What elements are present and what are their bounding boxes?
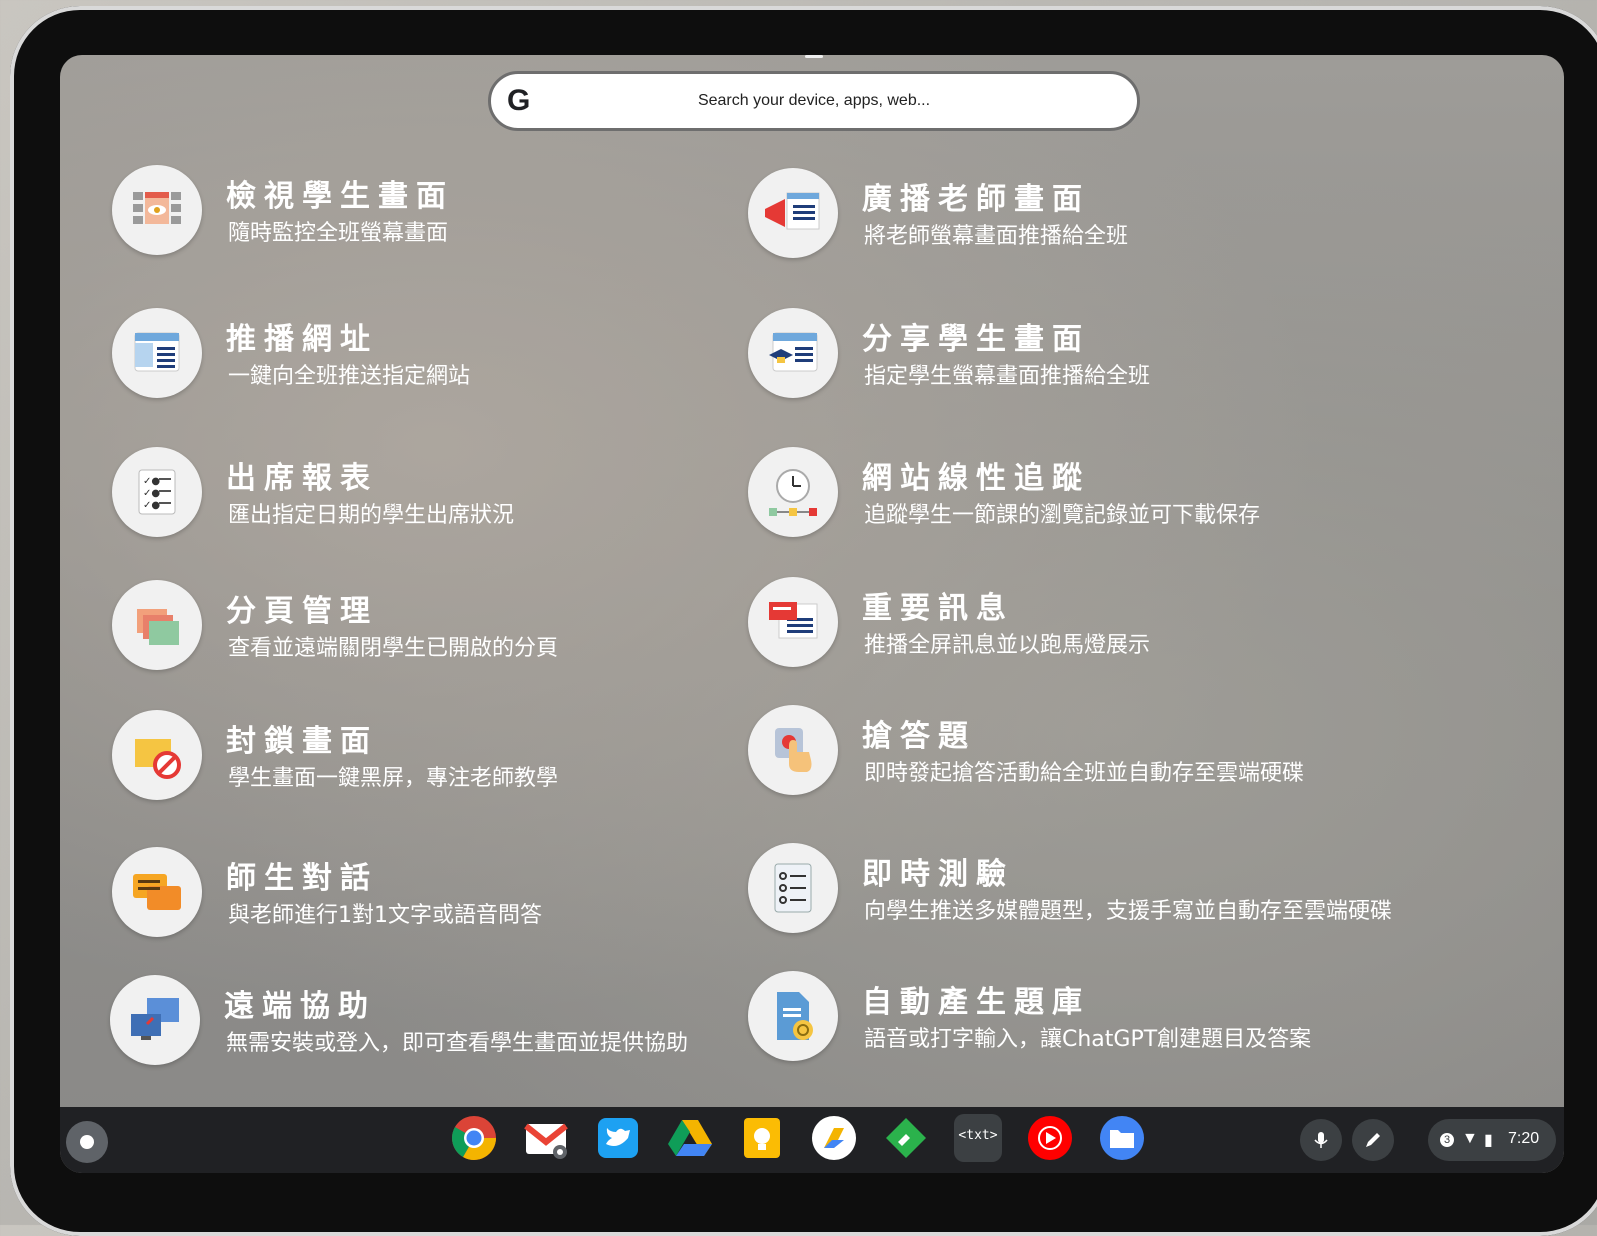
ai-document-icon xyxy=(748,971,838,1061)
svg-text:✓●: ✓● xyxy=(143,476,160,487)
feature-title: 出席報表 xyxy=(226,461,378,496)
feature-tab-management[interactable]: 分頁管理 查看並遠端關閉學生已開啟的分頁 xyxy=(112,580,732,672)
svg-text:✓●: ✓● xyxy=(143,500,160,511)
feature-description: 一鍵向全班推送指定網站 xyxy=(228,364,471,389)
feature-broadcast-teacher-screen[interactable]: 廣播老師畫面 將老師螢幕畫面推播給全班 xyxy=(748,168,1528,260)
feature-description: 匯出指定日期的學生出席狀況 xyxy=(228,503,515,528)
feature-description: 隨時監控全班螢幕畫面 xyxy=(228,221,449,246)
feature-description: 將老師螢幕畫面推播給全班 xyxy=(864,224,1129,249)
feature-title: 即時測驗 xyxy=(862,857,1014,892)
status-area[interactable]: 3 ▼ ▮ 7:20 xyxy=(1428,1119,1556,1161)
feature-title: 檢視學生畫面 xyxy=(226,179,454,214)
slides-icon[interactable] xyxy=(810,1114,858,1162)
feature-title: 分頁管理 xyxy=(226,594,378,629)
launcher-search-box[interactable]: G Search your device, apps, web... xyxy=(488,71,1140,131)
shelf: <txt> 3 ▼ ▮ 7:20 xyxy=(60,1107,1564,1173)
feature-title: 遠端協助 xyxy=(224,989,376,1024)
feedly-icon[interactable] xyxy=(882,1114,930,1162)
gmail-icon[interactable] xyxy=(522,1114,570,1162)
feature-attendance-report[interactable]: ✓● ✓● ✓● 出席報表 匯出指定日期的學生出席狀況 xyxy=(112,447,732,539)
feature-title: 重要訊息 xyxy=(862,591,1014,626)
keep-icon[interactable] xyxy=(738,1114,786,1162)
feature-title: 分享學生畫面 xyxy=(862,322,1090,357)
chromeos-screen: G Search your device, apps, web... 檢視學生畫… xyxy=(60,55,1564,1173)
feature-description: 追蹤學生一節課的瀏覽記錄並可下載保存 xyxy=(864,503,1261,528)
feature-description: 學生畫面一鍵黑屏，專注老師教學 xyxy=(228,766,559,791)
remote-monitors-icon xyxy=(110,975,200,1065)
drive-icon[interactable] xyxy=(666,1114,714,1162)
battery-icon: ▮ xyxy=(1484,1132,1493,1149)
feature-push-url[interactable]: 推播網址 一鍵向全班推送指定網站 xyxy=(112,308,732,400)
feature-view-student-screen[interactable]: 檢視學生畫面 隨時監控全班螢幕畫面 xyxy=(112,165,732,257)
feature-description: 查看並遠端關閉學生已開啟的分頁 xyxy=(228,636,559,661)
graduation-webpage-icon xyxy=(748,308,838,398)
tabs-icon xyxy=(112,580,202,670)
feature-instant-quiz[interactable]: 即時測驗 向學生推送多媒體題型，支援手寫並自動存至雲端硬碟 xyxy=(748,843,1548,935)
camera-notch xyxy=(805,55,823,58)
text-editor-label: <txt> xyxy=(958,1128,998,1143)
svg-text:✓●: ✓● xyxy=(143,488,160,499)
clock-timeline-icon xyxy=(748,447,838,537)
chrome-icon[interactable] xyxy=(450,1114,498,1162)
feature-auto-question-bank[interactable]: 自動產生題庫 語音或打字輸入，讓ChatGPT創建題目及答案 xyxy=(748,971,1528,1063)
feature-remote-assist[interactable]: 遠端協助 無需安裝或登入，即可查看學生畫面並提供協助 xyxy=(110,975,790,1067)
feature-title: 自動產生題庫 xyxy=(862,985,1090,1020)
block-icon xyxy=(112,710,202,800)
twitter-icon[interactable] xyxy=(594,1114,642,1162)
monitor-eye-icon xyxy=(112,165,202,255)
feature-description: 推播全屏訊息並以跑馬燈展示 xyxy=(864,633,1151,658)
feature-description: 無需安裝或登入，即可查看學生畫面並提供協助 xyxy=(226,1031,689,1056)
chat-icon xyxy=(112,847,202,937)
feature-title: 搶答題 xyxy=(862,719,976,754)
clock-time: 7:20 xyxy=(1508,1130,1540,1147)
microphone-button[interactable] xyxy=(1300,1119,1342,1161)
feature-title: 網站線性追蹤 xyxy=(862,461,1090,496)
launcher-button[interactable] xyxy=(66,1121,108,1163)
youtube-music-icon[interactable] xyxy=(1026,1114,1074,1162)
message-icon xyxy=(748,577,838,667)
feature-description: 語音或打字輸入，讓ChatGPT創建題目及答案 xyxy=(864,1027,1312,1052)
megaphone-icon xyxy=(748,168,838,258)
feature-buzzer-quiz[interactable]: 搶答題 即時發起搶答活動給全班並自動存至雲端硬碟 xyxy=(748,705,1528,797)
feature-website-tracking[interactable]: 網站線性追蹤 追蹤學生一節課的瀏覽記錄並可下載保存 xyxy=(748,447,1528,539)
quiz-icon xyxy=(748,843,838,933)
pen-icon xyxy=(1366,1133,1380,1147)
feature-block-screen[interactable]: 封鎖畫面 學生畫面一鍵黑屏，專注老師教學 xyxy=(112,710,732,802)
feature-description: 向學生推送多媒體題型，支援手寫並自動存至雲端硬碟 xyxy=(864,899,1393,924)
checklist-icon: ✓● ✓● ✓● xyxy=(112,447,202,537)
files-icon[interactable] xyxy=(1098,1114,1146,1162)
feature-title: 封鎖畫面 xyxy=(226,724,378,759)
microphone-icon xyxy=(1314,1132,1328,1148)
feature-share-student-screen[interactable]: 分享學生畫面 指定學生螢幕畫面推播給全班 xyxy=(748,308,1528,400)
notification-count-badge: 3 xyxy=(1440,1133,1454,1147)
press-button-icon xyxy=(748,705,838,795)
feature-description: 與老師進行1對1文字或語音問答 xyxy=(228,903,542,928)
stylus-button[interactable] xyxy=(1352,1119,1394,1161)
webpage-icon xyxy=(112,308,202,398)
wifi-icon: ▼ xyxy=(1462,1130,1478,1147)
feature-title: 廣播老師畫面 xyxy=(862,182,1090,217)
search-placeholder: Search your device, apps, web... xyxy=(697,92,931,109)
feature-description: 即時發起搶答活動給全班並自動存至雲端硬碟 xyxy=(864,761,1305,786)
feature-title: 推播網址 xyxy=(226,322,378,357)
feature-teacher-student-chat[interactable]: 師生對話 與老師進行1對1文字或語音問答 xyxy=(112,847,732,939)
feature-description: 指定學生螢幕畫面推播給全班 xyxy=(864,364,1151,389)
text-editor-icon[interactable]: <txt> xyxy=(954,1114,1002,1162)
feature-important-message[interactable]: 重要訊息 推播全屏訊息並以跑馬燈展示 xyxy=(748,577,1528,669)
feature-title: 師生對話 xyxy=(226,861,378,896)
